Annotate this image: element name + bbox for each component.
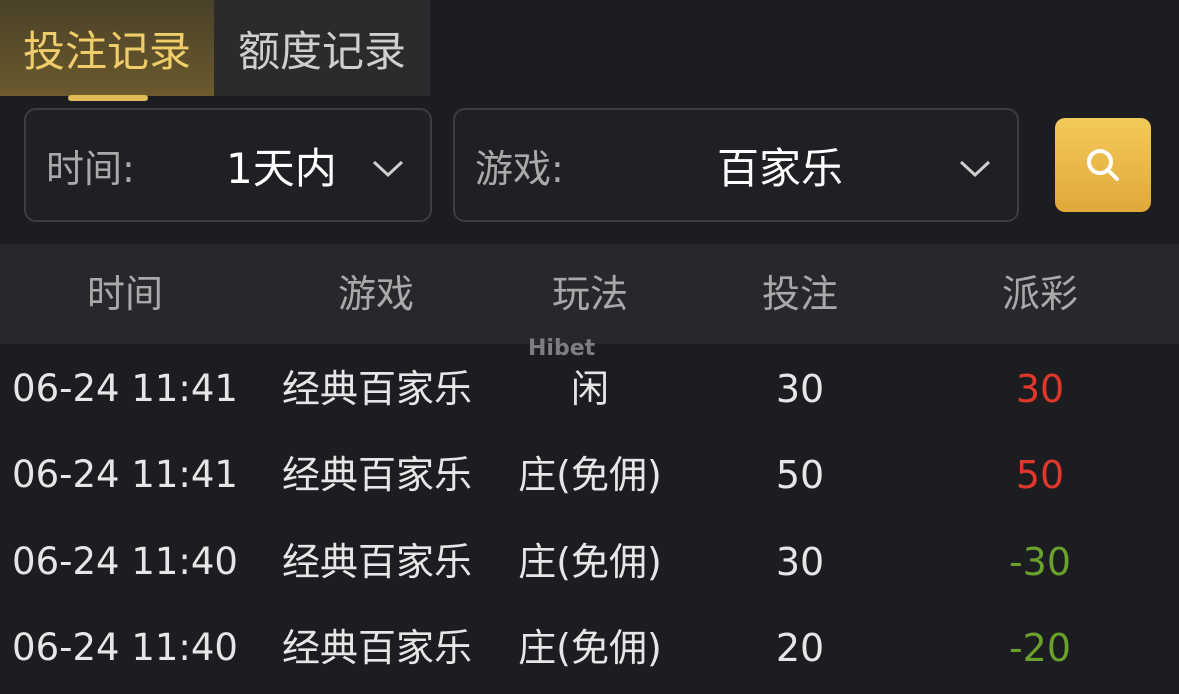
table-row[interactable]: 06-24 11:41 经典百家乐 闲 30 30 [0, 346, 1179, 432]
row-game: 经典百家乐 [281, 453, 472, 497]
table-row[interactable]: 06-24 11:41 经典百家乐 庄(免佣) 50 50 [0, 432, 1179, 518]
search-icon [1087, 149, 1119, 181]
tab-bet-records-label: 投注记录 [22, 26, 191, 76]
row-game: 经典百家乐 [281, 626, 472, 670]
row-bet: 20 [775, 626, 825, 670]
row-game: 经典百家乐 [281, 540, 472, 584]
header-play: 玩法 [551, 272, 628, 316]
table-header: 时间 游戏 玩法 投注 派彩 [0, 244, 1179, 344]
game-filter-select[interactable]: 游戏: 百家乐 [453, 108, 1019, 222]
row-time: 06-24 11:40 [12, 626, 238, 669]
row-payout: -20 [1008, 626, 1072, 670]
table-row[interactable]: 06-24 11:40 经典百家乐 庄(免佣) 30 -30 [0, 519, 1179, 605]
game-filter-label: 游戏: [475, 146, 564, 191]
row-bet: 30 [775, 540, 825, 584]
record-tabs: 投注记录 额度记录 [0, 0, 430, 101]
row-time: 06-24 11:41 [12, 367, 238, 410]
row-payout: -30 [1008, 540, 1072, 584]
table-row[interactable]: 06-24 11:40 经典百家乐 庄(免佣) 20 -20 [0, 605, 1179, 691]
header-game: 游戏 [337, 272, 414, 316]
row-time: 06-24 11:40 [12, 540, 238, 583]
row-bet: 30 [775, 367, 825, 411]
row-play: 闲 [570, 367, 609, 411]
row-play: 庄(免佣) [518, 626, 662, 670]
row-bet: 50 [775, 453, 825, 497]
tab-credit-records-label: 额度记录 [237, 26, 406, 76]
row-play: 庄(免佣) [518, 453, 662, 497]
time-filter-value: 1天内 [226, 143, 337, 193]
time-filter-label: 时间: [46, 146, 135, 191]
tab-bet-records[interactable]: 投注记录 [0, 0, 214, 101]
search-button[interactable] [1055, 118, 1151, 212]
time-filter-select[interactable]: 时间: 1天内 [24, 108, 432, 222]
row-time: 06-24 11:41 [12, 453, 238, 496]
header-payout: 派彩 [1001, 272, 1078, 316]
chevron-down-icon [959, 160, 991, 178]
row-payout: 50 [1015, 453, 1065, 497]
row-payout: 30 [1015, 367, 1065, 411]
row-play: 庄(免佣) [518, 540, 662, 584]
tab-credit-records[interactable]: 额度记录 [214, 0, 430, 96]
header-time: 时间 [86, 272, 163, 316]
row-game: 经典百家乐 [281, 367, 472, 411]
active-tab-indicator [68, 95, 148, 101]
header-bet: 投注 [761, 272, 838, 316]
game-filter-value: 百家乐 [717, 143, 844, 193]
chevron-down-icon [372, 160, 404, 178]
